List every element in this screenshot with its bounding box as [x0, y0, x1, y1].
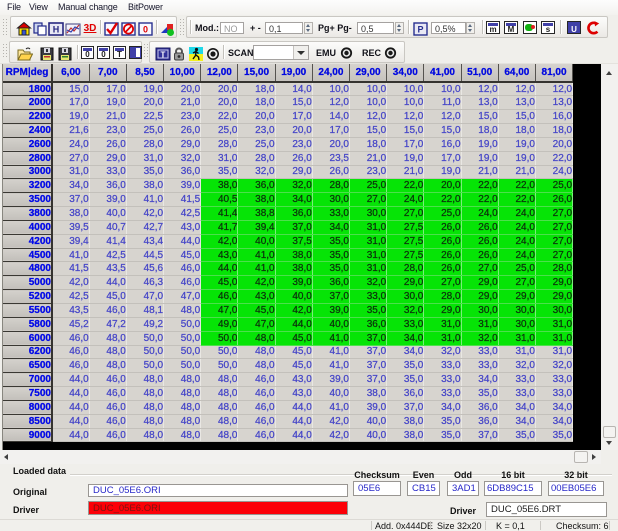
svg-text:0: 0: [143, 25, 148, 35]
svg-text:P: P: [417, 25, 423, 35]
svg-text:T: T: [161, 51, 166, 60]
svg-text:H: H: [53, 25, 60, 35]
